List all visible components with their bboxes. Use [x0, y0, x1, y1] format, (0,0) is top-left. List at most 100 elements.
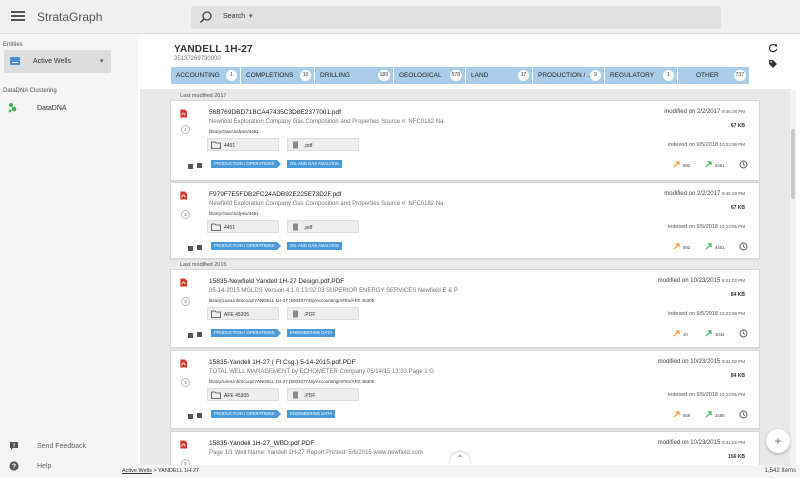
file-type-chip[interactable]: .pdf: [287, 220, 359, 233]
tab-drilling[interactable]: DRILLING 189: [315, 67, 393, 84]
thumbs-rating-icon[interactable]: [187, 331, 205, 339]
group-header: Last modified 2017: [180, 93, 227, 99]
subcategory-tag[interactable]: ENGINEERING DATA: [287, 410, 336, 418]
tab-accounting[interactable]: ACCOUNTING 1: [171, 67, 240, 84]
result-filename[interactable]: 56B769DBD71BCA47435C3D8E2377001.pdf: [209, 109, 341, 116]
result-card[interactable]: 4 15835-Yandell 1H-27 ( Fl.Csg.) 5-14-20…: [170, 350, 760, 429]
send-feedback-button[interactable]: Send Feedback: [9, 441, 119, 455]
file-icon: [293, 141, 298, 149]
scrollbar-thumb[interactable]: [791, 129, 795, 199]
result-number: 4: [181, 378, 190, 387]
result-filename[interactable]: 15835-Newfield Yandell 1H-27 Design.pdf.…: [209, 278, 344, 285]
category-tabs: ACCOUNTING 1 COMPLETIONS 10 DRILLING 189…: [171, 67, 749, 84]
history-icon[interactable]: [739, 242, 748, 251]
modified-date: modified on 2/2/2017 9:46:28 PM: [664, 191, 745, 197]
arrow-up-green-icon: [705, 330, 712, 337]
tab-completions[interactable]: COMPLETIONS 10: [241, 67, 314, 84]
result-card[interactable]: 3 15835-Newfield Yandell 1H-27 Design.pd…: [170, 269, 760, 348]
tab-count-badge: 17: [518, 70, 529, 81]
search-bar[interactable]: Search ▾: [191, 6, 721, 29]
thumbs-rating-icon[interactable]: [187, 412, 205, 420]
file-size: 84 KB: [730, 292, 745, 298]
tab-land[interactable]: LAND 17: [466, 67, 532, 84]
category-tag[interactable]: PRODUCTION / OPERATIONS: [211, 160, 282, 168]
tab-count-badge: 10: [300, 70, 311, 81]
chevron-down-icon[interactable]: ▾: [249, 12, 253, 20]
file-type-chip[interactable]: .pdf: [287, 138, 359, 151]
add-button[interactable]: +: [766, 429, 790, 453]
subcategory-tag[interactable]: OIL AND GAS ANALYSIS: [287, 242, 342, 250]
tab-count-badge: 578: [449, 70, 462, 81]
refresh-icon[interactable]: [768, 43, 778, 53]
result-card[interactable]: 1 56B769DBD71BCA47435C3D8E2377001.pdf Ne…: [170, 100, 760, 181]
result-description: Newfield Exploration Company Gas Composi…: [209, 201, 444, 207]
pdf-icon: [180, 191, 188, 200]
file-size: 67 KB: [730, 205, 745, 211]
folder-icon: [211, 310, 221, 318]
modified-date: modified on 10/23/2015 8:41:02 PM: [657, 359, 745, 365]
result-path: library/GasAnalysis/4451: [209, 129, 259, 134]
file-size: 67 KB: [730, 123, 745, 129]
category-tag[interactable]: PRODUCTION / OPERATIONS: [211, 329, 282, 337]
entities-select[interactable]: Active Wells ▾: [4, 50, 111, 73]
chevron-up-icon[interactable]: ⌃: [450, 452, 470, 465]
tab-geological[interactable]: GEOLOGICAL 578: [394, 67, 465, 84]
tab-production[interactable]: PRODUCTION / ... 9: [533, 67, 604, 84]
result-description: TOTAL WELL MANAGEMENT by ECHOMETER Compa…: [209, 369, 434, 375]
subcategory-tag[interactable]: ENGINEERING DATA: [287, 329, 336, 337]
chevron-down-icon[interactable]: ▾: [100, 57, 104, 65]
scrollbar[interactable]: [790, 89, 796, 478]
arrow-up-orange-icon: [673, 161, 680, 168]
sidebar-item-datadna[interactable]: DataDNA: [8, 102, 108, 116]
folder-chip[interactable]: 4451: [207, 138, 279, 151]
arrow-up-green-icon: [705, 411, 712, 418]
category-tag[interactable]: PRODUCTION / OPERATIONS: [211, 242, 282, 250]
group-header: Last modified 2015: [180, 262, 227, 268]
entities-value: Active Wells: [33, 58, 71, 65]
history-icon[interactable]: [739, 410, 748, 419]
breadcrumb-link-active-wells[interactable]: Active Wells: [122, 468, 152, 474]
menu-icon[interactable]: [11, 9, 25, 25]
tab-other[interactable]: OTHER 737: [678, 67, 749, 84]
arrow-up-orange-icon: [673, 330, 680, 337]
category-tag[interactable]: PRODUCTION / OPERATIONS: [211, 410, 282, 418]
help-button[interactable]: ? Help: [9, 461, 119, 475]
result-description: Page 1/1 Well Name: Yandell 1H-27 Report…: [209, 450, 423, 456]
history-icon[interactable]: [739, 160, 748, 169]
pdf-icon: [180, 109, 188, 118]
result-card[interactable]: 2 F979F7E5FDB2FC24ADB92E225E73D2F.pdf Ne…: [170, 182, 760, 259]
folder-chip[interactable]: AFE 45305: [207, 307, 279, 320]
folder-chip[interactable]: AFE 45305: [207, 388, 279, 401]
result-filename[interactable]: F979F7E5FDB2FC24ADB92E225E73D2F.pdf: [209, 191, 342, 198]
folder-chip[interactable]: 4451: [207, 220, 279, 233]
subcategory-tag[interactable]: OIL AND GAS ANALYSIS: [287, 160, 342, 168]
results-list[interactable]: Last modified 2017 1 56B769DBD71BCA47435…: [140, 89, 792, 478]
svg-text:?: ?: [12, 463, 16, 470]
pdf-icon: [180, 359, 188, 368]
well-list-icon: [10, 57, 20, 65]
result-number: 1: [181, 125, 190, 134]
tag-icon[interactable]: [768, 59, 778, 69]
result-number: 2: [181, 210, 190, 219]
arrow-up-orange-icon: [673, 411, 680, 418]
modified-date: modified on 2/2/2017 9:46:28 PM: [664, 109, 745, 115]
search-scope-label[interactable]: Search: [223, 13, 245, 20]
file-icon: [293, 391, 298, 399]
tab-count-badge: 1: [226, 70, 237, 81]
tab-count-badge: 189: [377, 70, 390, 81]
file-icon: [293, 223, 298, 231]
help-label: Help: [37, 463, 52, 470]
history-icon[interactable]: [739, 329, 748, 338]
result-filename[interactable]: 15835-Yandell 1H-27 ( Fl.Csg.) 5-14-2015…: [209, 359, 356, 366]
page-title: YANDELL 1H-27: [174, 44, 253, 55]
search-icon[interactable]: [199, 10, 213, 24]
file-type-chip[interactable]: .PDF: [287, 307, 359, 320]
thumbs-rating-icon[interactable]: [187, 162, 205, 170]
thumbs-rating-icon[interactable]: [187, 244, 205, 252]
file-type-chip[interactable]: .PDF: [287, 388, 359, 401]
folder-icon: [211, 223, 221, 231]
breadcrumb: Active Wells > YANDELL 1H-27: [122, 468, 199, 474]
result-filename[interactable]: 15835-Yandell 1H-27_WBD.pdf.PDF: [209, 440, 314, 447]
breadcrumb-current: > YANDELL 1H-27: [151, 468, 199, 474]
tab-regulatory[interactable]: REGULATORY 1: [605, 67, 677, 84]
